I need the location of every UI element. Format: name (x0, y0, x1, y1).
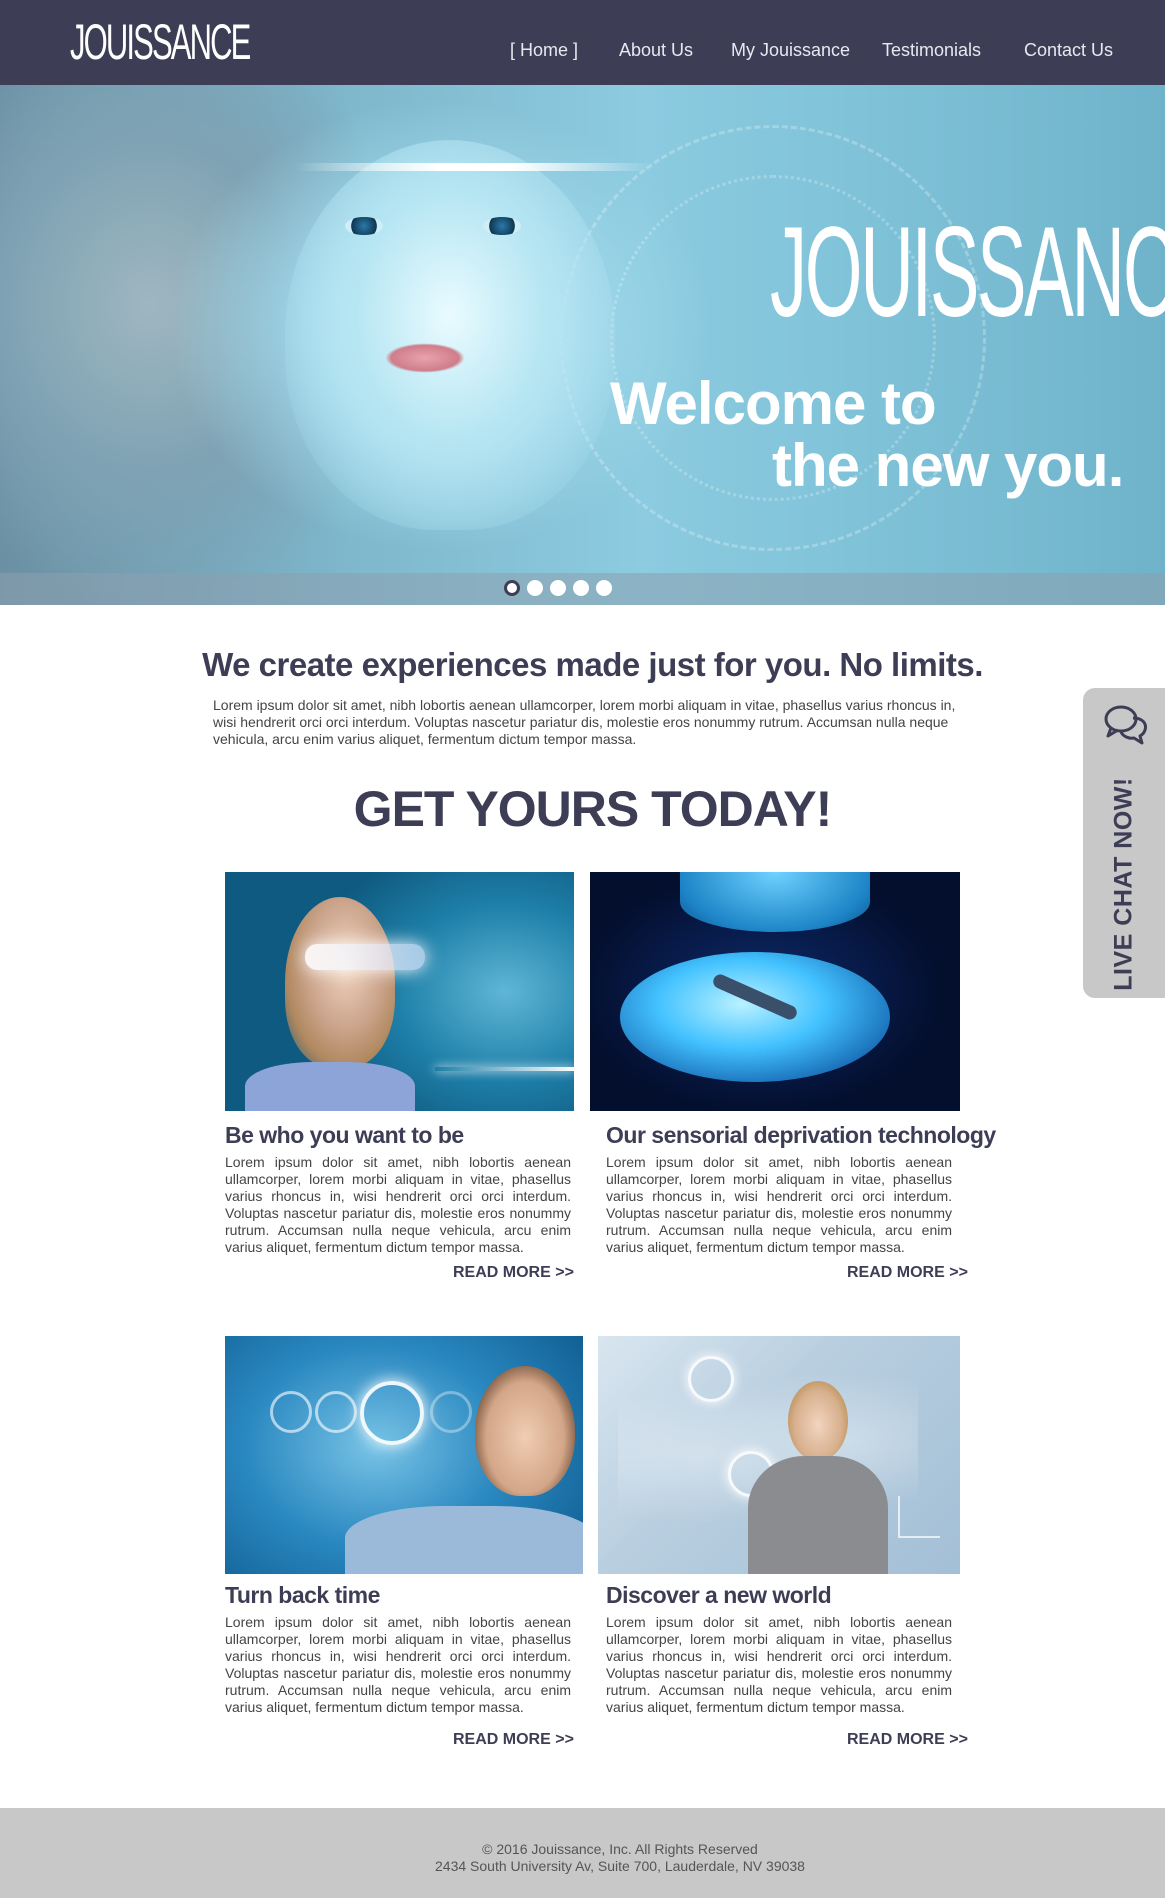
pod-lid-shape (680, 872, 870, 932)
hero-lips (385, 343, 465, 373)
pod-body-shape (620, 952, 890, 1082)
read-more-turn-back[interactable]: READ MORE >> (453, 1731, 574, 1749)
card-title-discover[interactable]: Discover a new world (606, 1582, 832, 1609)
card-image-sensory-pod[interactable] (590, 872, 960, 1111)
hero-banner: JOUISSANCE Welcome to the new you. (0, 85, 1165, 605)
footer: © 2016 Jouissance, Inc. All Rights Reser… (0, 1808, 1165, 1898)
hero-face-image (285, 140, 615, 530)
nav-about-us[interactable]: About Us (619, 40, 693, 61)
footer-copyright: © 2016 Jouissance, Inc. All Rights Reser… (482, 1841, 758, 1857)
touch-circle-icon (315, 1391, 357, 1433)
touch-circle-icon (688, 1356, 734, 1402)
nav-my-jouissance[interactable]: My Jouissance (731, 40, 850, 61)
chat-bubbles-icon (1104, 705, 1147, 745)
card-image-boy-touch[interactable] (225, 1336, 583, 1574)
card-title-sensorial[interactable]: Our sensorial deprivation technology (606, 1122, 996, 1149)
light-flare (435, 1067, 574, 1071)
touch-circle-icon (270, 1391, 312, 1433)
slider-dot-1[interactable] (504, 580, 520, 596)
woman-head-shape (285, 897, 395, 1067)
card-text-be-who: Lorem ipsum dolor sit amet, nibh loborti… (225, 1154, 571, 1255)
woman-jacket-shape (748, 1456, 888, 1574)
card-text-turn-back: Lorem ipsum dolor sit amet, nibh loborti… (225, 1614, 571, 1715)
hero-eye-left (345, 217, 383, 235)
intro-text: Lorem ipsum dolor sit amet, nibh loborti… (213, 697, 956, 747)
hero-headline-line2: the new you. (772, 432, 1124, 499)
nav-testimonials[interactable]: Testimonials (882, 40, 981, 61)
read-more-sensorial[interactable]: READ MORE >> (847, 1264, 968, 1282)
top-navigation: JOUISSANCE [ Home ] About Us My Jouissan… (0, 0, 1165, 85)
nav-home[interactable]: [ Home ] (510, 40, 578, 61)
touch-circle-active-icon (360, 1381, 424, 1445)
card-title-turn-back[interactable]: Turn back time (225, 1582, 380, 1609)
slider-dot-4[interactable] (573, 580, 589, 596)
read-more-be-who[interactable]: READ MORE >> (453, 1264, 574, 1282)
live-chat-label: LIVE CHAT NOW! (1109, 777, 1138, 991)
read-more-discover[interactable]: READ MORE >> (847, 1731, 968, 1749)
hero-light-beam (295, 163, 655, 171)
slider-dot-2[interactable] (527, 580, 543, 596)
touch-circle-icon (430, 1391, 472, 1433)
slider-dot-5[interactable] (596, 580, 612, 596)
cta-heading: GET YOURS TODAY! (353, 781, 833, 837)
boy-head-shape (475, 1366, 575, 1496)
nav-contact-us[interactable]: Contact Us (1024, 40, 1113, 61)
hero-headline-line1: Welcome to (610, 370, 937, 437)
card-text-discover: Lorem ipsum dolor sit amet, nibh loborti… (606, 1614, 952, 1715)
woman-head-shape (788, 1381, 848, 1461)
intro-heading: We create experiences made just for you.… (202, 646, 983, 683)
footer-address: 2434 South University Av, Suite 700, Lau… (435, 1858, 805, 1874)
live-chat-tab[interactable]: LIVE CHAT NOW! (1083, 688, 1165, 998)
boy-shirt-shape (345, 1506, 583, 1574)
card-text-sensorial: Lorem ipsum dolor sit amet, nibh loborti… (606, 1154, 952, 1255)
woman-shirt-shape (245, 1062, 415, 1111)
hero-eye-right (483, 217, 521, 235)
slider-dot-3[interactable] (550, 580, 566, 596)
card-title-be-who[interactable]: Be who you want to be (225, 1122, 464, 1149)
vr-glasses-icon (305, 944, 425, 970)
hero-brand-title: JOUISSANCE (770, 201, 1165, 344)
chart-graphic-icon (898, 1496, 940, 1538)
card-image-woman-world[interactable] (598, 1336, 960, 1574)
card-image-vr-woman[interactable] (225, 872, 574, 1111)
site-logo[interactable]: JOUISSANCE (70, 14, 251, 70)
